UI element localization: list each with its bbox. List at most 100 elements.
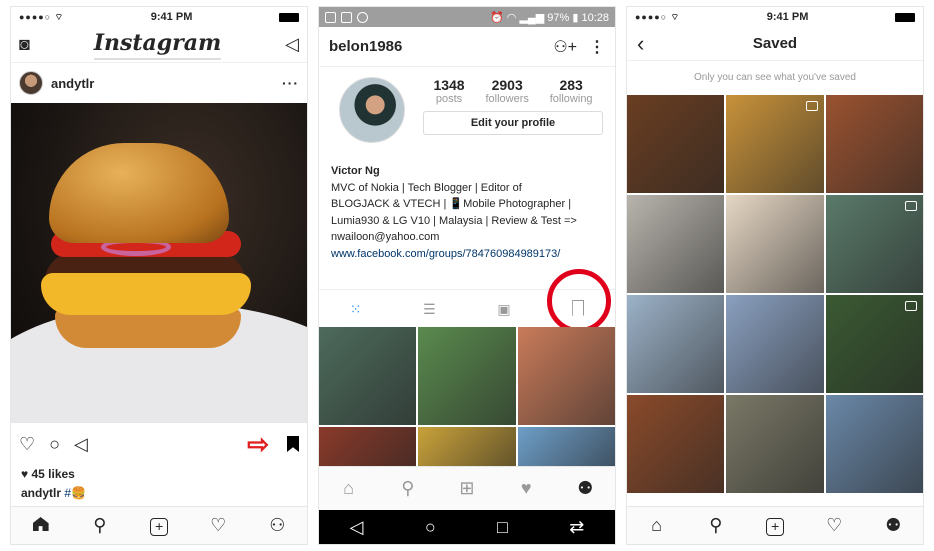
overflow-menu-icon[interactable]: ⋮	[589, 37, 605, 57]
annotation-arrow-icon: ⇨	[247, 428, 270, 459]
stat-following[interactable]: 283 following	[550, 77, 593, 105]
home-icon[interactable]: ⌂	[645, 515, 669, 536]
post-username[interactable]: andytlr	[51, 76, 274, 91]
saved-header: ‹ Saved	[627, 27, 923, 61]
grid-photo[interactable]	[726, 295, 824, 393]
camera-icon[interactable]: ◙	[19, 34, 30, 55]
tab-home[interactable]	[29, 515, 53, 536]
screen-cast-icon[interactable]: ⇄	[569, 517, 584, 538]
search-icon[interactable]: ⚲	[704, 515, 728, 536]
stat-posts[interactable]: 1348 posts	[433, 77, 464, 105]
profile-avatar[interactable]	[339, 77, 405, 143]
list-view-icon[interactable]: ☰	[423, 301, 436, 318]
home-icon	[32, 517, 49, 531]
tab-add[interactable]: +	[763, 515, 787, 536]
stat-posts-label: posts	[435, 93, 463, 105]
status-time: 9:41 PM	[766, 11, 809, 23]
recents-icon[interactable]: □	[497, 517, 508, 538]
status-time: 10:28	[581, 11, 609, 24]
grid-photo[interactable]	[517, 427, 615, 469]
like-icon[interactable]: ♡	[19, 434, 35, 455]
post-image[interactable]	[11, 103, 307, 423]
tagged-photos-icon[interactable]: ▣	[497, 301, 510, 318]
caption-hashtag[interactable]: #🍔	[64, 486, 86, 500]
stat-followers-label: followers	[485, 93, 529, 105]
bio-line: Lumia930 & LG V10 | Malaysia | Review & …	[331, 214, 577, 227]
bio-line: BLOGJACK & VTECH | 📱Mobile Photographer …	[331, 198, 572, 210]
likes-label: 45 likes	[31, 467, 75, 481]
grid-photo[interactable]	[517, 327, 615, 425]
whatsapp-icon	[357, 11, 368, 23]
grid-photo[interactable]	[627, 395, 725, 493]
grid-photo[interactable]	[726, 95, 824, 193]
caption-username[interactable]: andytlr	[21, 486, 61, 500]
home-icon[interactable]: ⌂	[337, 478, 361, 499]
profile-icon[interactable]: ⚉	[881, 515, 905, 536]
back-chevron-icon[interactable]: ‹	[637, 31, 667, 57]
grid-photo[interactable]	[825, 295, 923, 393]
add-icon[interactable]: ⊞	[455, 478, 479, 499]
status-time: 9:41 PM	[150, 11, 193, 23]
add-person-icon[interactable]: ⚇+	[553, 37, 577, 57]
status-bar: ⏰ ◠ ▂▄▆ 97% ▮ 10:28	[319, 7, 615, 27]
app-logo: Instagram	[93, 30, 222, 60]
grid-photo[interactable]	[418, 327, 516, 425]
bookmark-icon[interactable]	[287, 436, 299, 452]
edit-profile-button[interactable]: Edit your profile	[423, 111, 603, 135]
annotation-circle	[547, 269, 611, 333]
profile-stats: 1348 posts 2903 followers 283 following	[423, 77, 603, 105]
saved-photo-grid	[627, 95, 923, 505]
activity-icon[interactable]: ♡	[822, 515, 846, 536]
grid-photo[interactable]	[726, 195, 824, 293]
search-icon[interactable]: ⚲	[396, 478, 420, 499]
profile-icon[interactable]: ⚇	[265, 515, 289, 536]
likes-count[interactable]: ♥ 45 likes	[21, 467, 75, 481]
wifi-icon: ◠	[506, 11, 517, 24]
stat-following-label: following	[549, 93, 593, 105]
grid-photo[interactable]	[627, 295, 725, 393]
direct-message-icon[interactable]: ◁	[285, 34, 299, 55]
grid-photo[interactable]	[627, 95, 725, 193]
share-icon[interactable]: ◁	[74, 434, 88, 455]
grid-photo[interactable]	[825, 395, 923, 493]
tab-add[interactable]: +	[147, 515, 171, 536]
grid-photo[interactable]	[726, 395, 824, 493]
feed-screen: ●●●●○ ⌔ 9:41 PM ◙ Instagram ◁ andytlr ··…	[10, 6, 308, 545]
activity-icon[interactable]: ♥	[514, 478, 538, 499]
profile-header: belon1986 ⚇+ ⋮	[319, 27, 615, 67]
heart-icon: ♥	[21, 467, 29, 481]
activity-icon[interactable]: ♡	[206, 515, 230, 536]
post-header: andytlr ···	[11, 63, 307, 103]
grid-photo[interactable]	[627, 195, 725, 293]
grid-photo[interactable]	[418, 427, 516, 469]
bio-link[interactable]: www.facebook.com/groups/784760984989173/	[331, 246, 603, 263]
stat-followers[interactable]: 2903 followers	[485, 77, 528, 105]
add-icon: +	[765, 518, 784, 536]
stat-following-value: 283	[559, 77, 583, 93]
feed-header: ◙ Instagram ◁	[11, 27, 307, 63]
post-caption: andytlr #🍔	[21, 486, 86, 500]
comment-icon[interactable]: ○	[49, 434, 60, 455]
page-title: Saved	[752, 35, 798, 52]
battery-icon	[278, 12, 299, 22]
profile-summary: 1348 posts 2903 followers 283 following Edi…	[319, 67, 615, 163]
avatar[interactable]	[19, 71, 43, 95]
grid-photo[interactable]	[319, 327, 417, 425]
bottom-tab-bar: ⌂ ⚲ ⊞ ♥ ⚉	[319, 466, 615, 510]
bio-line: MVC of Nokia | Tech Blogger | Editor of	[331, 181, 522, 194]
profile-icon[interactable]: ⚉	[573, 478, 597, 499]
more-options-icon[interactable]: ···	[282, 75, 299, 91]
home-button-icon[interactable]: ○	[425, 517, 436, 538]
bio-name: Victor Ng	[331, 165, 380, 177]
grid-photo[interactable]	[825, 195, 923, 293]
grid-photo[interactable]	[825, 95, 923, 193]
search-icon[interactable]: ⚲	[88, 515, 112, 536]
grid-view-icon[interactable]: ⁙	[350, 301, 362, 318]
profile-username: belon1986	[329, 38, 403, 55]
grid-photo[interactable]	[319, 427, 417, 469]
back-icon[interactable]: ◁	[350, 517, 364, 538]
gallery-notification-icon	[341, 11, 352, 23]
signal-icon: ●●●●○ ⌔	[635, 11, 681, 22]
saved-screen: ●●●●○ ⌔ 9:41 PM ‹ Saved Only you can see…	[626, 6, 924, 545]
signal-icon: ●●●●○ ⌔	[19, 11, 65, 22]
